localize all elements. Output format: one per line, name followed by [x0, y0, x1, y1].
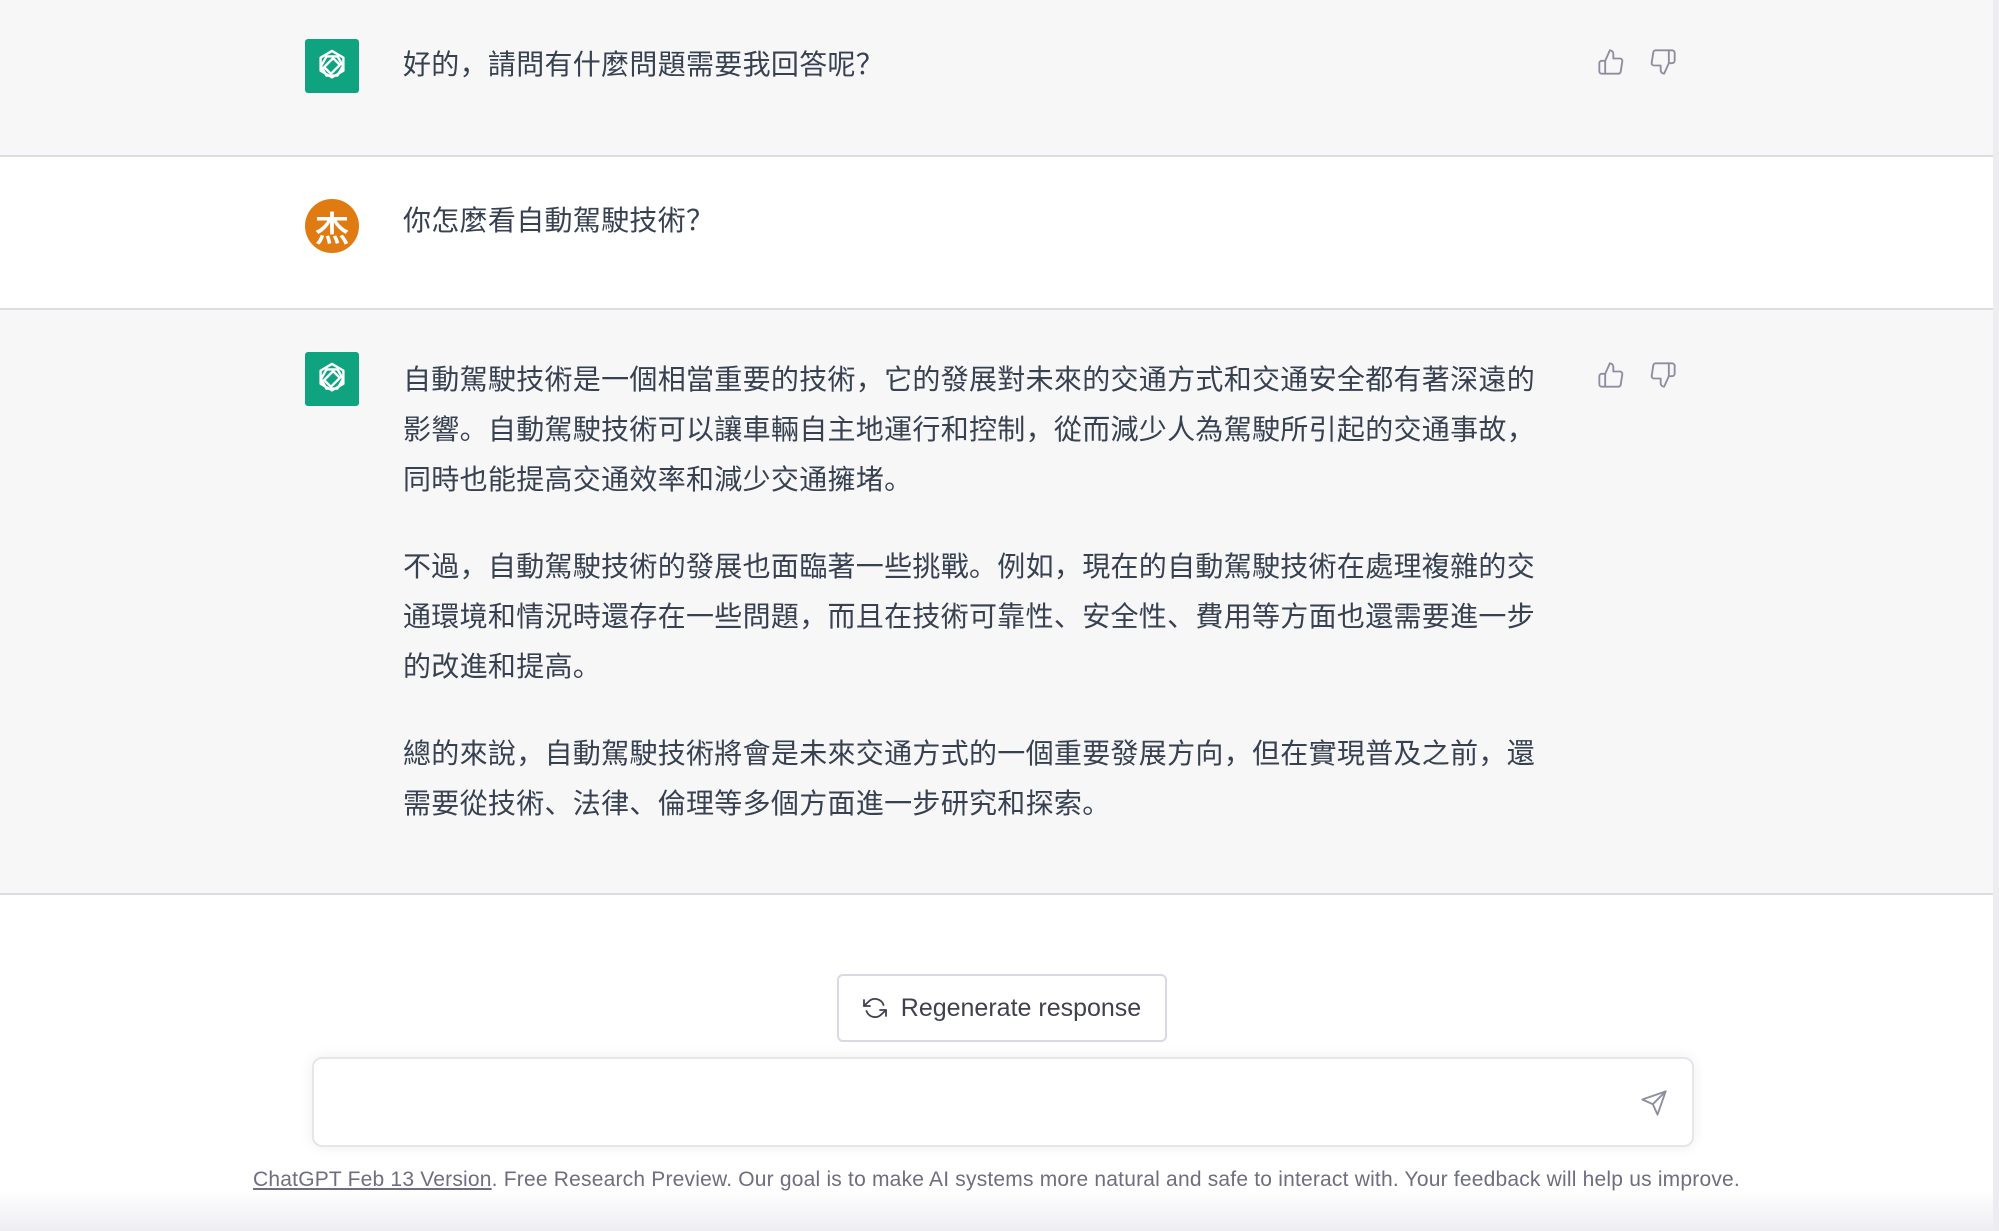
refresh-icon: [862, 998, 887, 1018]
message-paragraph: 你怎麼看自動駕駛技術？: [403, 204, 715, 237]
send-button[interactable]: [1636, 1085, 1672, 1121]
message-paragraph: 總的來說，自動駕駛技術將會是未來交通方式的一個重要發展方向，但在實現普及之前，還…: [403, 737, 1536, 820]
message-content: 你怎麼看自動駕駛技術？: [403, 196, 1563, 246]
regenerate-label: Regenerate response: [900, 993, 1142, 1022]
thumbs-down-button[interactable]: [1648, 47, 1678, 77]
user-message: 杰 你怎麼看自動駕駛技術？: [0, 157, 1993, 310]
assistant-avatar: [305, 352, 359, 406]
openai-logo-icon: [319, 362, 345, 392]
message-paragraph: 好的，請問有什麼問題需要我回答呢？: [403, 48, 885, 81]
message-paragraph: 自動駕駛技術是一個相當重要的技術，它的發展對未來的交通方式和交通安全都有著深遠的…: [403, 363, 1536, 496]
thumbs-down-button[interactable]: [1648, 360, 1678, 390]
chat-page: 好的，請問有什麼問題需要我回答呢？ 杰 你怎麼看自動駕駛技術？ 自動駕駛技術是一…: [0, 0, 1999, 1231]
assistant-avatar: [305, 39, 359, 93]
assistant-message: 好的，請問有什麼問題需要我回答呢？: [0, 0, 1993, 157]
scrollbar-track[interactable]: [1993, 0, 1999, 1231]
regenerate-response-button[interactable]: Regenerate response: [837, 974, 1167, 1042]
thumbs-up-icon: [1598, 49, 1624, 75]
message-composer: [312, 1057, 1694, 1147]
message-content: 好的，請問有什麼問題需要我回答呢？: [403, 40, 1563, 90]
footer-disclaimer: ChatGPT Feb 13 Version. Free Research Pr…: [0, 1168, 1993, 1192]
thumbs-up-icon: [1598, 362, 1624, 388]
thumbs-down-icon: [1650, 49, 1676, 75]
feedback-buttons: [1596, 47, 1678, 77]
send-icon: [1641, 1090, 1667, 1116]
user-avatar-initial: 杰: [315, 209, 349, 250]
bottom-fade: [0, 1190, 1999, 1231]
assistant-message: 自動駕駛技術是一個相當重要的技術，它的發展對未來的交通方式和交通安全都有著深遠的…: [0, 310, 1993, 895]
footer-text: . Free Research Preview. Our goal is to …: [491, 1168, 1740, 1191]
thumbs-up-button[interactable]: [1596, 47, 1626, 77]
openai-logo-icon: [319, 49, 345, 79]
thumbs-down-icon: [1650, 362, 1676, 388]
message-input[interactable]: [338, 1085, 1602, 1125]
user-avatar: 杰: [305, 199, 359, 253]
message-paragraph: 不過，自動駕駛技術的發展也面臨著一些挑戰。例如，現在的自動駕駛技術在處理複雜的交…: [403, 550, 1536, 683]
thumbs-up-button[interactable]: [1596, 360, 1626, 390]
message-content: 自動駕駛技術是一個相當重要的技術，它的發展對未來的交通方式和交通安全都有著深遠的…: [403, 355, 1563, 829]
version-link[interactable]: ChatGPT Feb 13 Version: [253, 1168, 492, 1191]
feedback-buttons: [1596, 360, 1678, 390]
